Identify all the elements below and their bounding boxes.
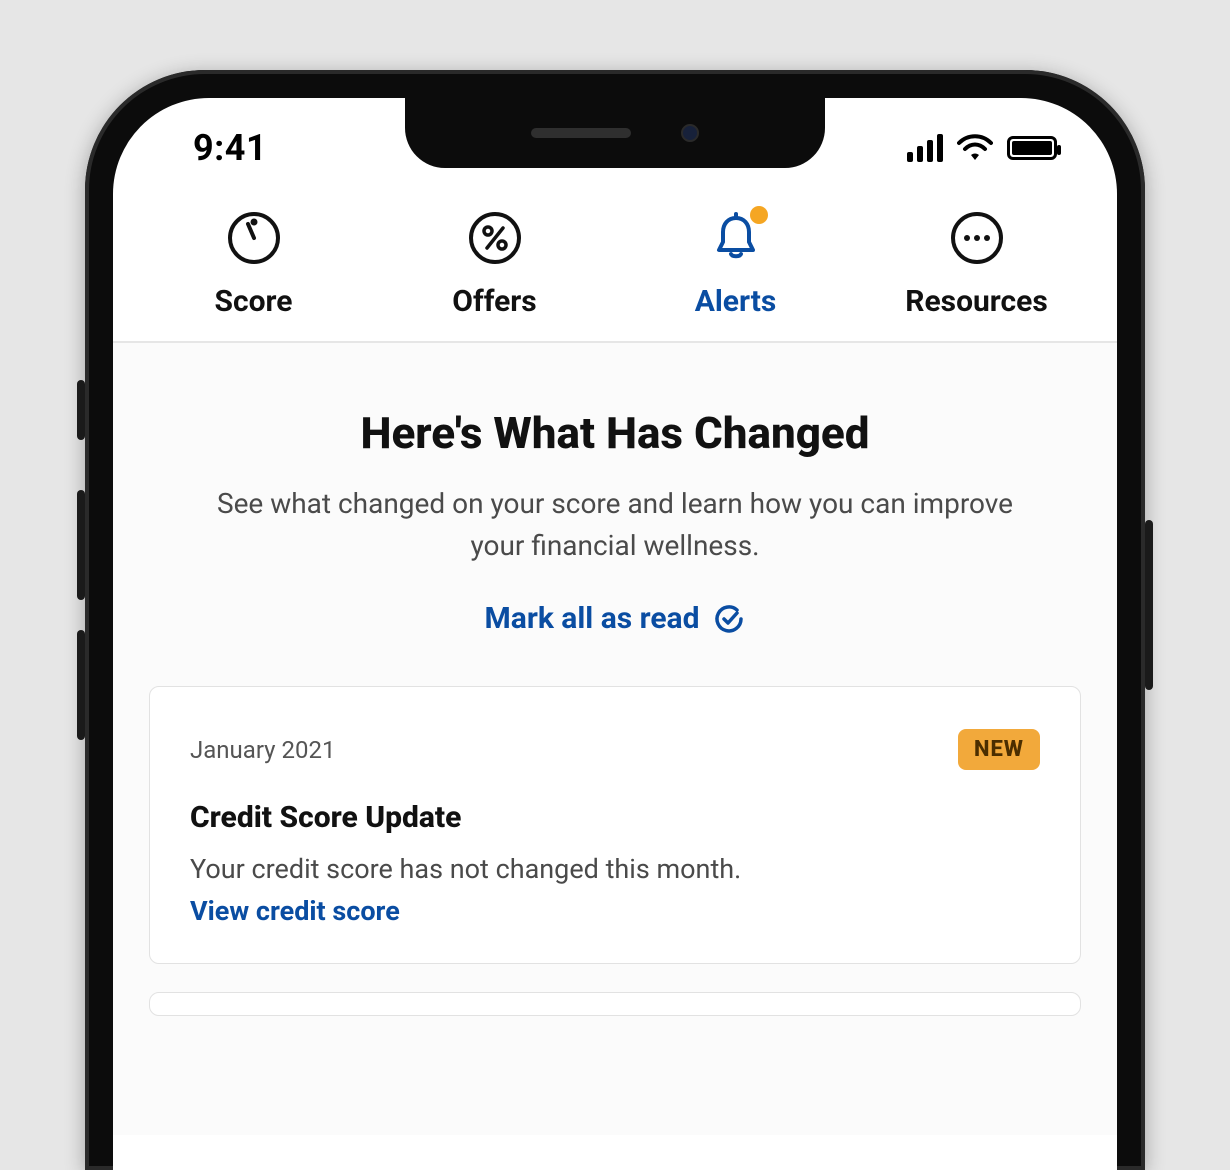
percent-icon: [467, 210, 523, 266]
alert-title: Credit Score Update: [190, 800, 1040, 835]
more-icon: [949, 210, 1005, 266]
tab-label: Alerts: [695, 284, 777, 319]
phone-power-button: [1145, 520, 1153, 690]
tab-alerts[interactable]: Alerts: [615, 208, 856, 319]
alert-card[interactable]: [149, 992, 1081, 1016]
page-heading: Here's What Has Changed: [143, 407, 1087, 459]
page-subheading: See what changed on your score and learn…: [205, 483, 1025, 567]
phone-notch: [405, 98, 825, 168]
notification-dot-icon: [750, 206, 768, 224]
cellular-signal-icon: [907, 134, 943, 162]
view-credit-score-link[interactable]: View credit score: [190, 895, 1040, 927]
phone-volume-down-button: [77, 630, 85, 740]
alert-date: January 2021: [190, 736, 335, 764]
tab-label: Resources: [905, 284, 1048, 319]
tab-resources[interactable]: Resources: [856, 208, 1097, 319]
tab-nav: Score Offers: [113, 188, 1117, 343]
tab-label: Score: [215, 284, 293, 319]
battery-icon: [1007, 136, 1057, 160]
status-icons: [907, 134, 1057, 162]
alert-body: Your credit score has not changed this m…: [190, 853, 1040, 885]
check-circle-icon: [713, 603, 745, 635]
wifi-icon: [957, 134, 993, 162]
alerts-content: Here's What Has Changed See what changed…: [113, 343, 1117, 1135]
new-badge: NEW: [958, 729, 1040, 770]
phone-side-button: [77, 380, 85, 440]
status-time: 9:41: [193, 127, 267, 169]
phone-frame: 9:41: [85, 70, 1145, 1170]
phone-screen: 9:41: [113, 98, 1117, 1170]
tab-offers[interactable]: Offers: [374, 208, 615, 319]
phone-camera: [681, 124, 699, 142]
mark-all-read-label: Mark all as read: [485, 601, 700, 636]
alert-card[interactable]: January 2021 NEW Credit Score Update You…: [149, 686, 1081, 964]
mark-all-read-button[interactable]: Mark all as read: [143, 601, 1087, 636]
tab-score[interactable]: Score: [133, 208, 374, 319]
phone-speaker: [531, 128, 631, 138]
tab-label: Offers: [452, 284, 536, 319]
phone-volume-up-button: [77, 490, 85, 600]
gauge-icon: [226, 210, 282, 266]
